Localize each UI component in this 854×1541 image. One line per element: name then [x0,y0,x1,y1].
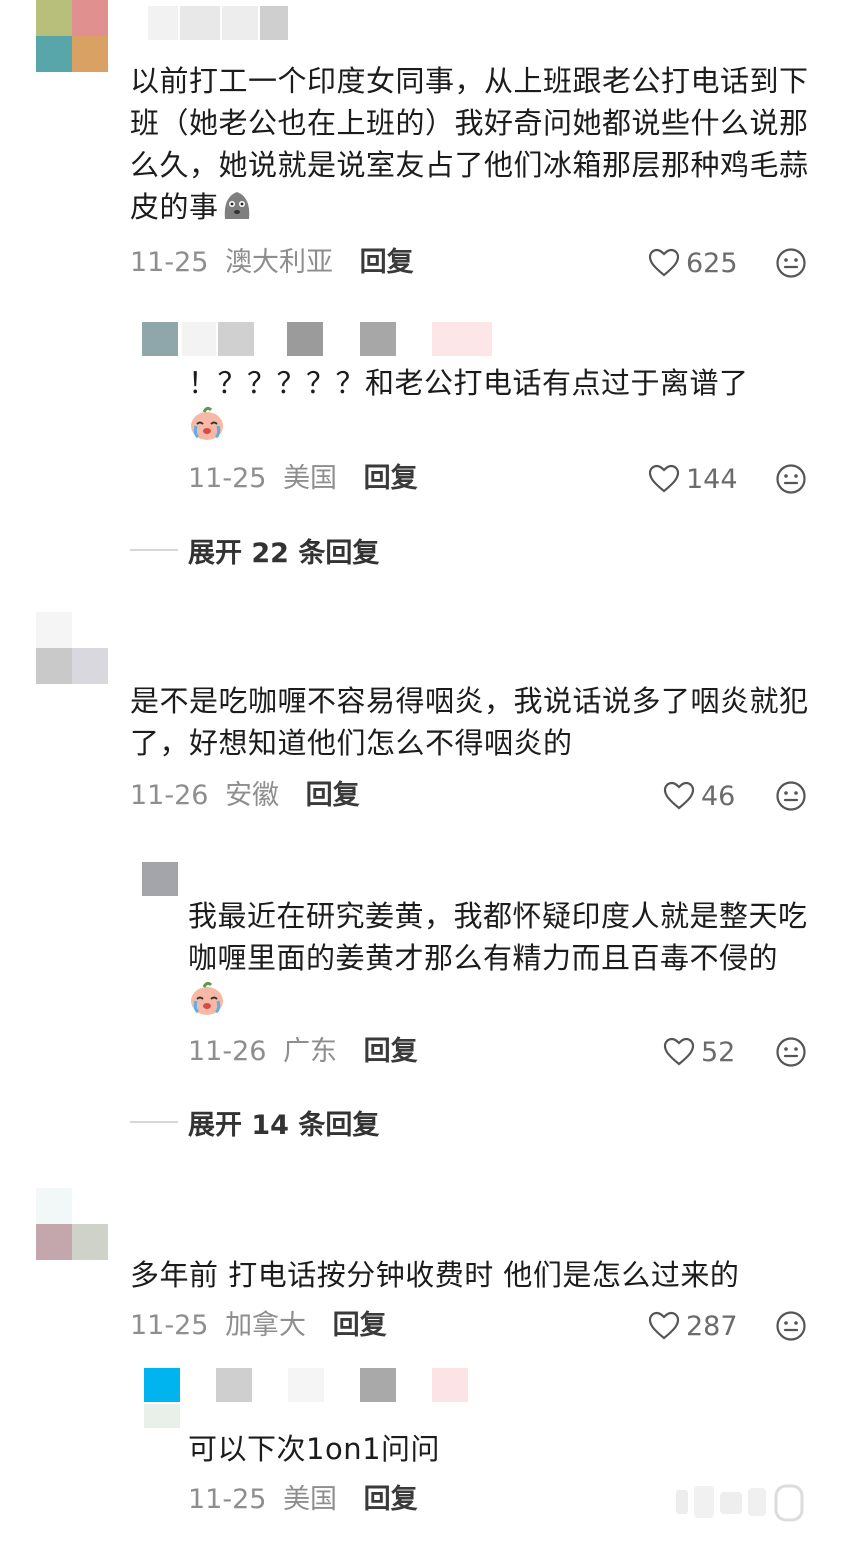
comment-meta: 11-25 澳大利亚 回复 [130,243,414,283]
comment-date: 11-26 [130,780,209,811]
reply-button[interactable]: 回复 [364,463,418,494]
smiley-face-icon[interactable] [775,780,807,812]
reply-text: ！？？？？？和老公打电话有点过于离谱了 [188,362,808,453]
reply-date: 11-26 [188,1036,267,1067]
divider [130,1121,178,1123]
like-button[interactable]: 144 [648,459,738,499]
expand-label: 展开 22 条回复 [188,537,380,569]
comment-location: 加拿大 [225,1310,307,1341]
reply-username-mosaic[interactable] [142,862,222,896]
reply-date: 11-25 [188,463,267,494]
smiley-face-icon[interactable] [775,247,807,279]
reply-button[interactable]: 回复 [364,1036,418,1067]
like-button[interactable]: 287 [648,1306,738,1346]
reply-button[interactable]: 回复 [306,780,360,811]
comment-text: 多年前 打电话按分钟收费时 他们是怎么过来的 [130,1258,740,1292]
reply-meta: 11-26 广东 回复 [188,1032,418,1072]
crying-emoji-icon [188,404,226,453]
comment-location: 澳大利亚 [225,247,334,278]
logo-watermark [676,1482,806,1522]
comment-date: 11-25 [130,1310,209,1341]
like-count: 144 [686,463,738,495]
expand-label: 展开 14 条回复 [188,1109,380,1141]
reply-button[interactable]: 回复 [360,247,414,278]
reply-meta: 11-25 美国 回复 [188,1480,418,1520]
heart-outline-icon [663,781,695,811]
like-count: 287 [686,1310,738,1342]
smiley-face-icon[interactable] [775,463,807,495]
divider [130,549,178,551]
heart-outline-icon [648,248,680,278]
reply-username-mosaic[interactable] [142,322,502,356]
expand-replies-button[interactable]: 展开 22 条回复 [130,530,379,570]
ghost-emoji-icon [219,187,255,234]
avatar[interactable] [36,1188,108,1260]
like-count: 46 [701,780,736,812]
reply-location: 美国 [283,463,338,494]
crying-emoji-icon [188,979,226,1028]
reply-location: 广东 [283,1036,338,1067]
reply-text: 可以下次1on1问问 [188,1432,441,1466]
reply-text: 我最近在研究姜黄，我都怀疑印度人就是整天吃咖喱里面的姜黄才那么有精力而且百毒不侵… [188,895,808,1028]
reply-date: 11-25 [188,1484,267,1515]
like-button[interactable]: 46 [663,776,735,816]
comment-location: 安徽 [225,780,280,811]
like-count: 625 [686,247,738,279]
comment-date: 11-25 [130,247,209,278]
heart-outline-icon [648,1311,680,1341]
smiley-face-icon[interactable] [775,1310,807,1342]
reply-location: 美国 [283,1484,338,1515]
comment-meta: 11-26 安徽 回复 [130,776,360,816]
comment-text: 以前打工一个印度女同事，从上班跟老公打电话到下班（她老公也在上班的）我好奇问她都… [130,60,820,234]
avatar[interactable] [36,0,108,72]
heart-outline-icon [663,1037,695,1067]
reply-meta: 11-25 美国 回复 [188,459,418,499]
avatar-fragment [144,1404,180,1428]
comment-meta: 11-25 加拿大 回复 [130,1306,387,1346]
smiley-face-icon[interactable] [775,1036,807,1068]
avatar[interactable] [36,612,108,684]
expand-replies-button[interactable]: 展开 14 条回复 [130,1102,379,1142]
reply-username-mosaic[interactable] [144,1368,474,1402]
username-mosaic[interactable] [148,6,288,40]
reply-button[interactable]: 回复 [364,1484,418,1515]
heart-outline-icon [648,464,680,494]
reply-button[interactable]: 回复 [333,1310,387,1341]
like-count: 52 [701,1036,736,1068]
like-button[interactable]: 625 [648,243,738,283]
like-button[interactable]: 52 [663,1032,735,1072]
comment-text: 是不是吃咖喱不容易得咽炎，我说话说多了咽炎就犯了，好想知道他们怎么不得咽炎的 [130,684,809,760]
